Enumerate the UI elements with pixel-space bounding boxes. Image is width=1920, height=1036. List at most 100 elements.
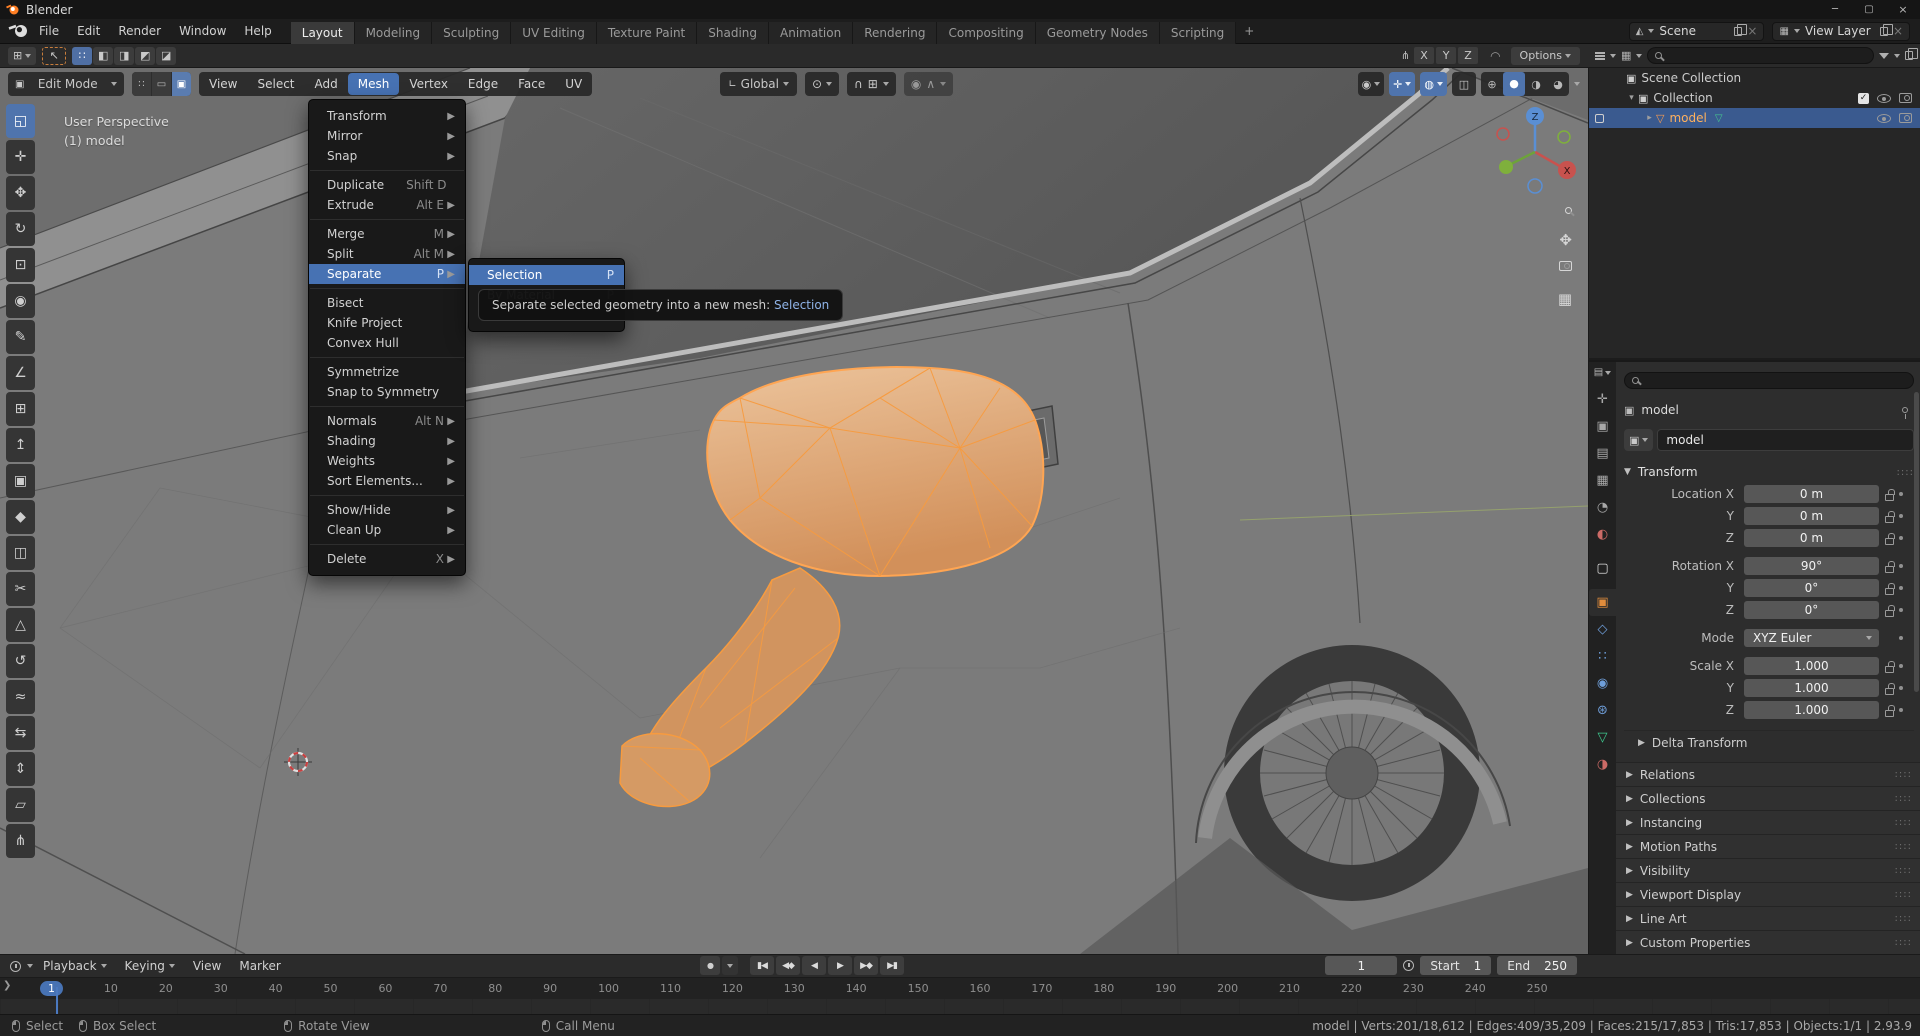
start-frame-field[interactable]: Start1 — [1420, 956, 1491, 975]
submenu-item[interactable]: Selection P — [469, 265, 624, 285]
tool-button[interactable]: ▱ — [6, 788, 35, 822]
lock-button[interactable] — [1879, 604, 1899, 617]
workspace-tab[interactable]: Animation — [769, 22, 853, 44]
tool-button[interactable]: ◆ — [6, 500, 35, 534]
properties-tab[interactable]: ▣ — [1589, 413, 1616, 440]
mirror-axis-button[interactable]: X — [1414, 47, 1434, 64]
timeline-menu-item[interactable]: View — [185, 959, 229, 973]
outliner-row[interactable]: ▣ Scene Collection ▽ ✓ — [1589, 68, 1920, 88]
properties-tab[interactable]: ◐ — [1589, 521, 1616, 548]
mesh-menu-item[interactable]: Transform ▶ — [309, 106, 465, 126]
properties-tab[interactable]: ⊛ — [1589, 697, 1616, 724]
disable-render-icon[interactable] — [1899, 113, 1912, 123]
tool-button[interactable]: ⊞ — [6, 392, 35, 426]
search-input[interactable] — [1667, 50, 1866, 62]
snap-magnet-icon[interactable]: ∩ — [854, 77, 863, 91]
viewport-menu-item[interactable]: Select — [247, 73, 304, 95]
properties-tab[interactable]: ▢ — [1589, 555, 1616, 582]
tool-button[interactable]: ⋔ — [6, 824, 35, 858]
mesh-select-mode-button[interactable]: ∷ — [132, 72, 151, 96]
hide-eye-icon[interactable] — [1877, 94, 1891, 103]
properties-tab[interactable]: ◔ — [1589, 494, 1616, 521]
properties-tab[interactable]: ◑ — [1589, 751, 1616, 778]
collapsed-panel-header[interactable]: ▶ Instancing :::: — [1616, 810, 1920, 834]
properties-tab[interactable]: ▣ — [1589, 589, 1616, 616]
auto-keying-button[interactable]: ● — [700, 956, 720, 975]
properties-tab[interactable]: ▦ — [1589, 467, 1616, 494]
tool-button[interactable]: ✎ — [6, 320, 35, 354]
animate-dot-icon[interactable] — [1899, 586, 1903, 590]
timeline-menu-item[interactable]: Playback — [35, 959, 115, 973]
disclosure-triangle-icon[interactable]: ▾ — [1625, 93, 1638, 103]
expand-arrow-icon[interactable]: ❯ — [3, 980, 11, 991]
value-field[interactable]: 0 m — [1744, 507, 1879, 525]
chevron-down-icon[interactable] — [1574, 82, 1580, 86]
active-tool-dropdown[interactable]: ⊞ — [8, 47, 36, 65]
display-mode-icon[interactable] — [1595, 52, 1605, 60]
lock-button[interactable] — [1879, 660, 1899, 673]
transform-panel-header[interactable]: ▼ Transform :::: — [1624, 460, 1914, 484]
scene-selector[interactable]: ◭ Scene × — [1629, 22, 1765, 41]
menu-item[interactable]: Render — [109, 24, 170, 38]
select-mode-button[interactable]: ◨ — [114, 47, 134, 65]
workspace-tab[interactable]: Shading — [697, 22, 769, 44]
collapsed-panel-header[interactable]: ▶ Line Art :::: — [1616, 906, 1920, 930]
tool-button[interactable]: ✥ — [6, 176, 35, 210]
close-button[interactable]: × — [1886, 0, 1920, 19]
current-frame-field[interactable]: 1 — [1325, 956, 1397, 975]
shading-mode-button[interactable]: ● — [1503, 72, 1525, 96]
mesh-menu-item[interactable]: Split Alt M ▶ — [309, 244, 465, 264]
animate-dot-icon[interactable] — [1899, 514, 1903, 518]
panel-drag-dots-icon[interactable]: :::: — [1897, 467, 1914, 478]
mesh-select-mode-button[interactable]: ▭ — [152, 72, 171, 96]
filter-image-icon[interactable]: ▦ — [1621, 49, 1631, 62]
options-dropdown[interactable]: Options — [1511, 47, 1580, 65]
tool-button[interactable]: ◫ — [6, 536, 35, 570]
view-layer-selector[interactable]: ▦ View Layer × — [1772, 22, 1910, 41]
lock-button[interactable] — [1879, 682, 1899, 695]
value-field[interactable]: 0° — [1744, 601, 1879, 619]
tool-button[interactable]: ▣ — [6, 464, 35, 498]
outliner-item-label[interactable]: Collection — [1653, 91, 1712, 105]
unlink-scene-icon[interactable]: × — [1747, 24, 1757, 38]
properties-tab[interactable]: ∷ — [1589, 643, 1616, 670]
filter-icon[interactable] — [1879, 53, 1889, 59]
properties-tab[interactable]: ◉ — [1589, 670, 1616, 697]
camera-view-icon[interactable] — [1551, 261, 1572, 271]
playback-button[interactable]: ◀◆ — [776, 956, 800, 975]
tool-button[interactable]: ⊡ — [6, 248, 35, 282]
select-mode-button[interactable]: ◩ — [135, 47, 155, 65]
menu-item[interactable]: File — [30, 24, 68, 38]
viewport-3d[interactable]: Z X ▣ Edit Mode ∷▭▣ ViewSelectAddMeshVer… — [0, 68, 1588, 954]
outliner-item-label[interactable]: Scene Collection — [1641, 71, 1741, 85]
value-field[interactable]: 1.000 — [1744, 679, 1879, 697]
shading-mode-button[interactable]: ◕ — [1547, 78, 1569, 91]
properties-tab[interactable]: ◇ — [1589, 616, 1616, 643]
xray-toggle[interactable]: ◫ — [1452, 72, 1476, 96]
mesh-menu-item[interactable]: Normals Alt N ▶ — [309, 411, 465, 431]
animate-dot-icon[interactable] — [1899, 536, 1903, 540]
timeline-menu-item[interactable]: Keying — [117, 959, 183, 973]
workspace-tab[interactable]: Texture Paint — [597, 22, 697, 44]
properties-tab[interactable]: ✛ — [1589, 386, 1616, 413]
menu-item[interactable]: Help — [235, 24, 280, 38]
orientation-dropdown[interactable]: ∟ Global — [720, 72, 797, 96]
mesh-menu-item[interactable]: Duplicate Shift D — [309, 175, 465, 195]
lock-button[interactable] — [1879, 532, 1899, 545]
value-field[interactable]: XYZ Euler — [1744, 629, 1879, 647]
mesh-menu-item[interactable]: Separate P ▶ — [309, 264, 465, 284]
tool-button[interactable]: ◱ — [6, 104, 35, 138]
pin-icon[interactable] — [1902, 407, 1908, 413]
select-mode-button[interactable]: ∷ — [72, 47, 92, 65]
properties-search[interactable] — [1624, 372, 1914, 389]
lock-button[interactable] — [1879, 582, 1899, 595]
menu-item[interactable]: Edit — [68, 24, 109, 38]
collapsed-panel-header[interactable]: ▶ Viewport Display :::: — [1616, 882, 1920, 906]
viewport-menu-item[interactable]: View — [199, 73, 247, 95]
tool-button[interactable]: ✛ — [6, 140, 35, 174]
maximize-button[interactable]: ▢ — [1852, 0, 1886, 19]
collapsed-panel-header[interactable]: ▶ Visibility :::: — [1616, 858, 1920, 882]
keying-set-dropdown[interactable] — [722, 956, 738, 975]
tool-button[interactable]: ≈ — [6, 680, 35, 714]
tool-button[interactable]: ✂ — [6, 572, 35, 606]
